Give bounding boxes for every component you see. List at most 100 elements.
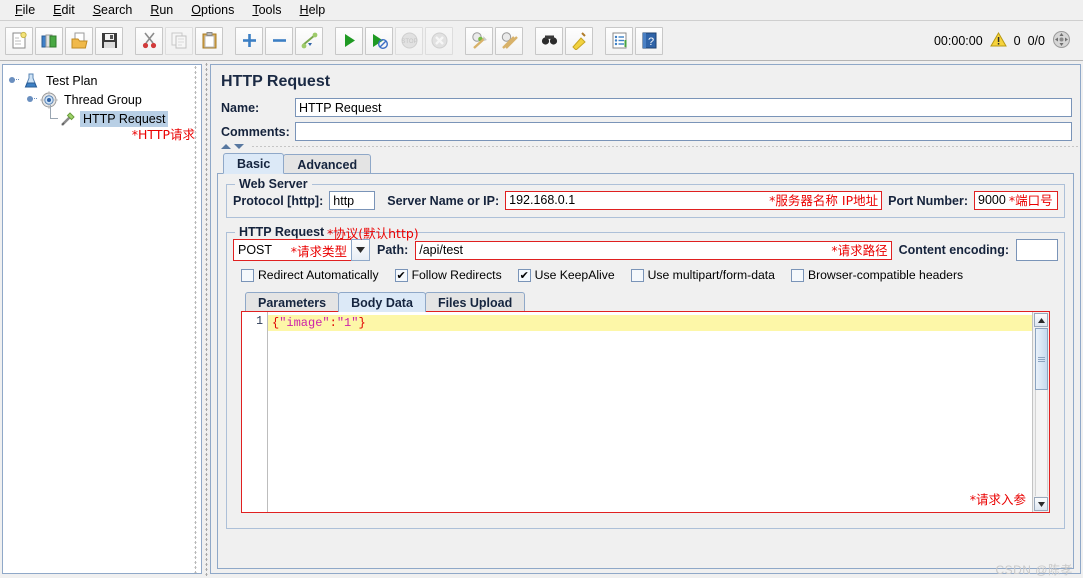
warning-count: 0 [1013,33,1021,48]
scrollbar-track[interactable] [1034,390,1048,496]
tab-files-upload[interactable]: Files Upload [424,292,526,312]
checkbox-box[interactable]: ✔ [394,268,408,282]
code-token: "1" [336,316,359,330]
checkbox-box[interactable] [790,268,804,282]
http-request-group-title: HTTP Request [235,225,329,239]
svg-text:STOP: STOP [401,39,417,45]
tree-node-test-plan[interactable]: Test Plan [9,71,201,90]
comments-label: Comments: [221,124,290,139]
content-encoding-input[interactable] [1016,239,1058,261]
path-value: /api/test [419,242,464,257]
tree-label-test-plan[interactable]: Test Plan [43,73,100,89]
tree-label-thread-group[interactable]: Thread Group [61,92,145,108]
path-annotation: *请求路径 [831,242,888,258]
checkbox-box[interactable] [630,268,644,282]
checkbox-label: Use KeepAlive [534,268,615,282]
open-icon[interactable] [65,26,93,55]
start-no-pauses-icon[interactable] [365,26,393,55]
save-icon[interactable] [95,26,123,55]
name-label: Name: [221,100,260,115]
name-input[interactable]: HTTP Request [295,98,1072,117]
start-icon[interactable] [335,26,363,55]
elapsed-time: 00:00:00 [933,33,983,48]
menu-search[interactable]: Search [84,1,142,19]
menu-run[interactable]: Run [141,1,182,19]
search-icon[interactable] [535,26,563,55]
line-number: 1 [256,315,263,328]
comments-row: Comments: [211,121,1080,142]
shutdown-icon[interactable] [425,26,453,55]
cut-icon[interactable] [135,26,163,55]
method-value: POST [238,243,273,257]
menu-edit[interactable]: Edit [44,1,84,19]
comments-input[interactable] [295,122,1072,141]
method-combo[interactable]: POST *请求类型 [233,239,370,261]
code-line[interactable]: {"image":"1"} [268,315,1032,331]
checkbox-label: Follow Redirects [411,268,502,282]
toolbar-separator [224,27,234,55]
toggle-icon[interactable] [295,26,323,55]
pan-icon[interactable] [1052,30,1071,52]
scroll-up-icon[interactable] [1034,313,1048,327]
menu-options[interactable]: Options [182,1,243,19]
reset-search-icon[interactable] [565,26,593,55]
web-server-group: Web Server Protocol [http]: http Server … [226,177,1065,218]
port-number-label: Port Number: [888,193,968,208]
clear-all-icon[interactable] [495,26,523,55]
watermark: CSDN @陈孝 [995,563,1073,577]
collapse-all-icon[interactable] [265,26,293,55]
new-icon[interactable] [5,26,33,55]
code-area[interactable]: {"image":"1"} *请求入参 [268,312,1032,512]
help-icon[interactable]: ? [635,26,663,55]
tab-parameters[interactable]: Parameters [245,292,340,312]
tab-advanced[interactable]: Advanced [283,154,372,174]
toolbar-separator [124,27,134,55]
port-number-value: 9000 [978,193,1006,207]
port-number-input[interactable]: 9000 *端口号 [974,191,1058,210]
clear-icon[interactable] [465,26,493,55]
expand-all-icon[interactable] [235,26,263,55]
tab-body-data[interactable]: Body Data [338,292,426,312]
collapse-up-icon[interactable] [221,144,231,149]
tree-scrollbar[interactable] [191,65,201,573]
copy-icon[interactable] [165,26,193,55]
test-plan-tree[interactable]: Test Plan Thread Group HTTP Request *HTT… [2,64,202,574]
editor-vertical-scrollbar[interactable] [1032,312,1049,512]
expand-handle-icon[interactable] [9,74,22,87]
function-helper-icon[interactable] [605,26,633,55]
menu-file[interactable]: File [6,1,44,19]
expand-handle-icon[interactable] [27,93,40,106]
scrollbar-thumb[interactable] [1034,328,1048,390]
code-token: "image" [279,316,330,330]
checkbox-browser-compatible-headers[interactable]: Browser-compatible headers [790,268,963,282]
method-combo-value[interactable]: POST *请求类型 [233,239,351,261]
server-name-input[interactable]: 192.168.0.1 *服务器名称 IP地址 [505,191,883,210]
collapse-controls[interactable] [211,142,1080,149]
tree-node-thread-group[interactable]: Thread Group [9,90,201,109]
path-input[interactable]: /api/test *请求路径 [415,240,892,260]
body-data-editor[interactable]: 1 {"image":"1"} *请求入参 [241,311,1050,513]
server-name-label: Server Name or IP: [387,193,500,208]
checkbox-box[interactable] [241,268,254,282]
tree-annotation: *HTTP请求 [131,127,195,142]
collapse-down-icon[interactable] [234,144,244,149]
menu-tools[interactable]: Tools [243,1,290,19]
templates-icon[interactable] [35,26,63,55]
paste-icon[interactable] [195,26,223,55]
protocol-label: Protocol [http]: [233,193,324,208]
toolbar-status: 00:00:00 0 0/0 [934,30,1079,52]
chevron-down-icon[interactable] [351,239,370,261]
checkbox-follow-redirects[interactable]: ✔ Follow Redirects [394,268,502,282]
body-tabs: Parameters Body Data Files Upload [233,291,1058,312]
stop-icon[interactable]: STOP [395,26,423,55]
scroll-down-icon[interactable] [1034,497,1048,511]
protocol-input[interactable]: http [329,191,376,210]
checkbox-box[interactable]: ✔ [517,268,531,282]
menu-help[interactable]: Help [291,1,335,19]
tab-basic[interactable]: Basic [223,153,285,174]
checkbox-redirect-automatically[interactable]: Redirect Automatically [241,268,379,282]
warning-icon[interactable] [989,31,1007,50]
checkbox-use-keepalive[interactable]: ✔ Use KeepAlive [517,268,615,282]
panel-splitter[interactable] [202,62,210,578]
checkbox-use-multipart-form-data[interactable]: Use multipart/form-data [630,268,775,282]
